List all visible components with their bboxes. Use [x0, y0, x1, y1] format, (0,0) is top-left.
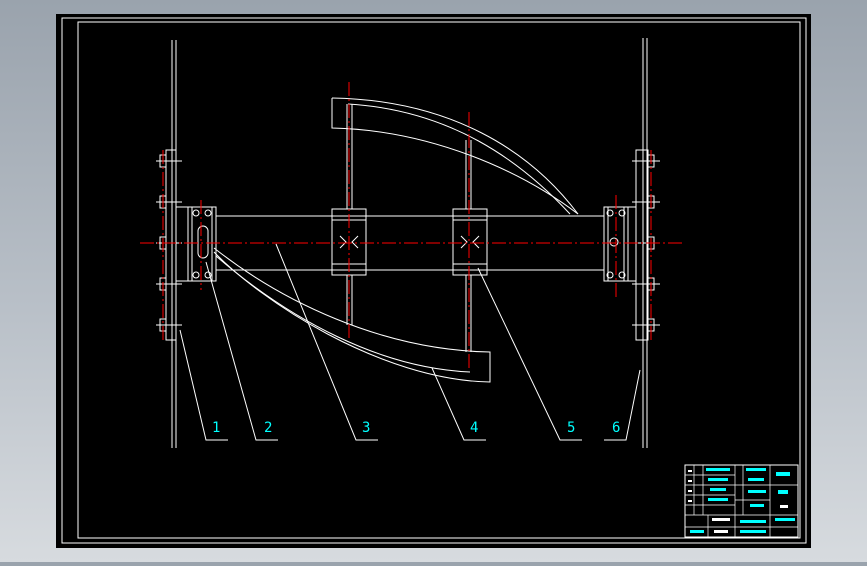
part-label-6: 6	[612, 420, 620, 436]
part-label-5: 5	[567, 420, 575, 436]
part-label-4: 4	[470, 420, 478, 436]
sheet-background	[56, 14, 811, 548]
cad-viewport[interactable]: 1 2 3 4 5 6	[0, 0, 867, 562]
part-label-2: 2	[264, 420, 272, 436]
part-label-3: 3	[362, 420, 370, 436]
part-label-1: 1	[212, 420, 220, 436]
drawing-sheet: 1 2 3 4 5 6	[56, 14, 811, 548]
